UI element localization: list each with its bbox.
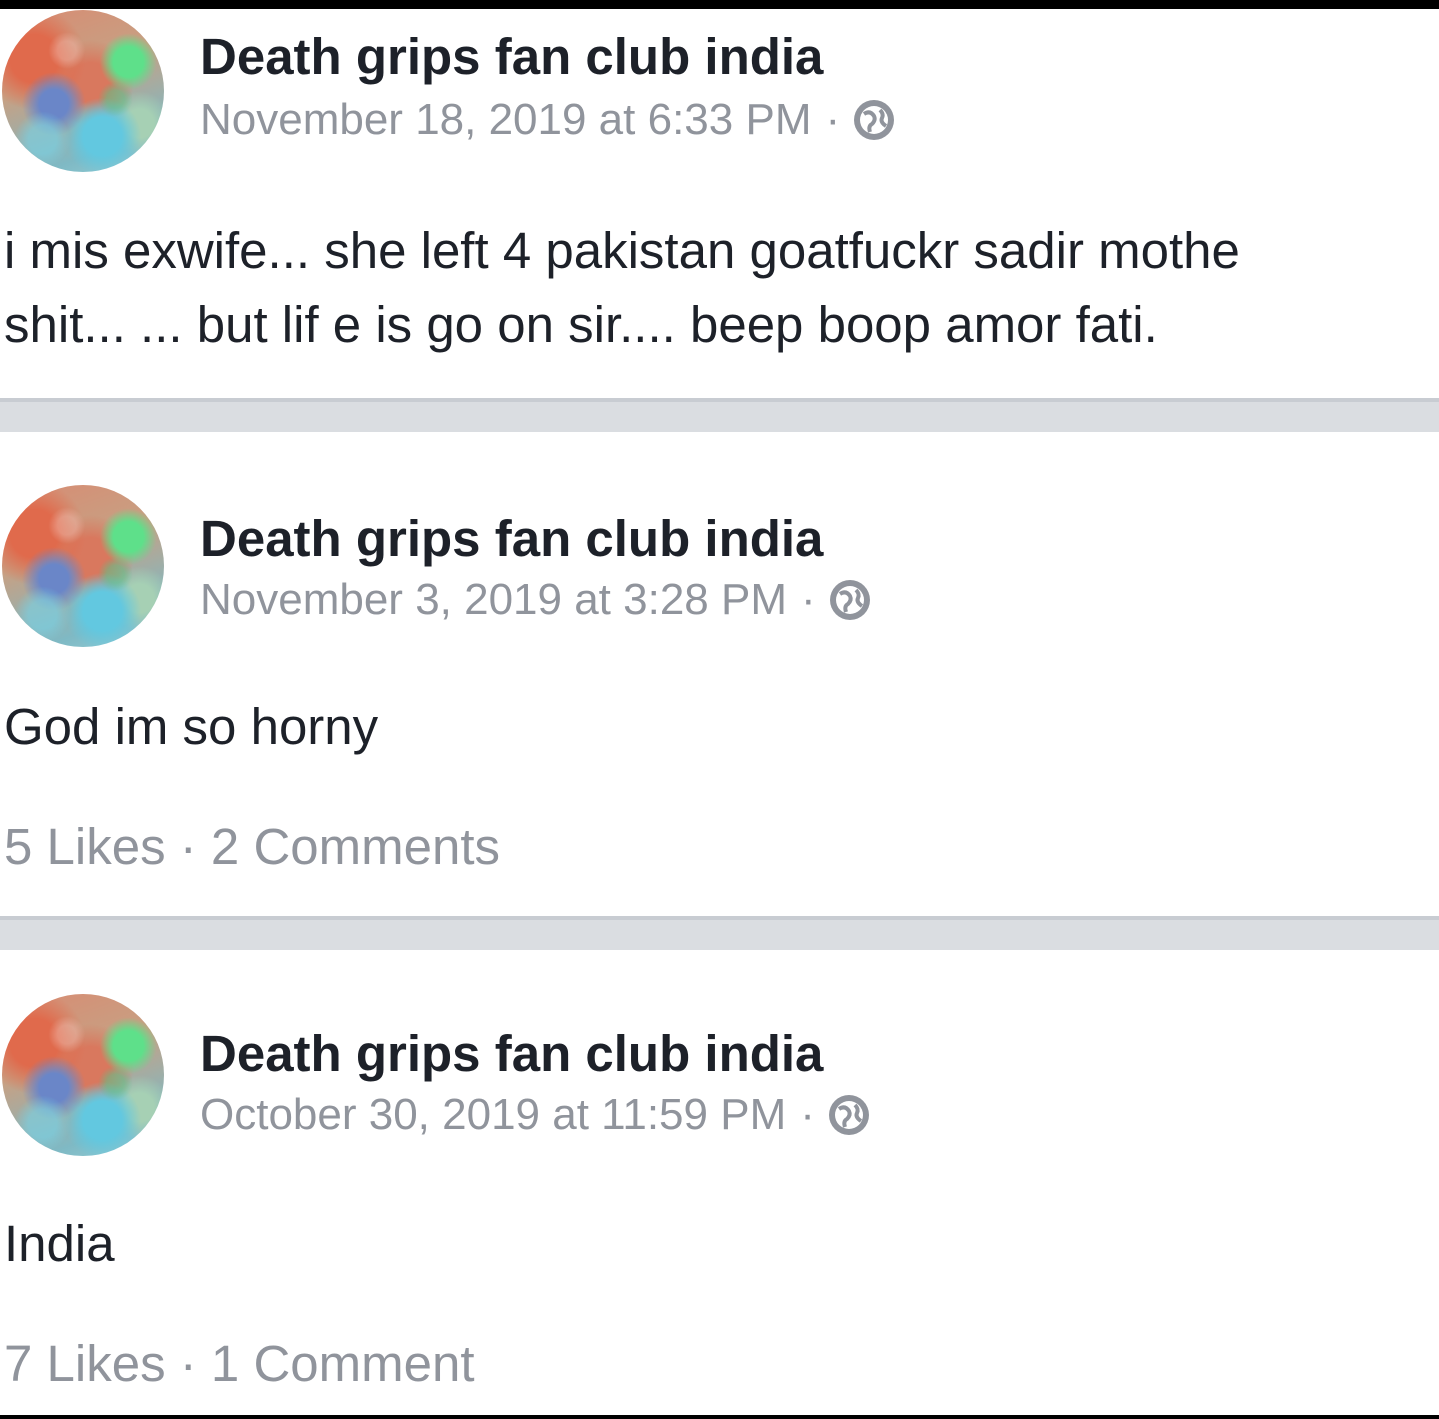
reaction-stats[interactable]: 7 Likes · 1 Comment <box>4 1334 475 1393</box>
globe-icon[interactable] <box>828 1095 869 1135</box>
globe-icon[interactable] <box>854 100 895 140</box>
feed: Death grips fan club india November 18, … <box>0 9 1439 1415</box>
globe-icon[interactable] <box>829 580 870 620</box>
avatar[interactable] <box>2 485 164 647</box>
timestamp[interactable]: November 18, 2019 at 6:33 PM <box>200 95 811 145</box>
post-text: India <box>4 1215 115 1272</box>
author-name[interactable]: Death grips fan club india <box>200 27 823 86</box>
separator: · <box>801 575 816 624</box>
post-meta: October 30, 2019 at 11:59 PM · <box>200 1090 869 1140</box>
avatar[interactable] <box>2 10 164 172</box>
timestamp[interactable]: November 3, 2019 at 3:28 PM <box>200 575 787 625</box>
timestamp[interactable]: October 30, 2019 at 11:59 PM <box>200 1090 786 1140</box>
author-name[interactable]: Death grips fan club india <box>200 1024 823 1083</box>
post-text: God im so horny <box>4 698 379 755</box>
separator: · <box>800 1090 815 1139</box>
reaction-stats[interactable]: 5 Likes · 2 Comments <box>4 817 500 876</box>
avatar[interactable] <box>2 994 164 1156</box>
post-divider <box>0 916 1439 950</box>
author-name[interactable]: Death grips fan club india <box>200 509 823 568</box>
separator: · <box>825 95 841 144</box>
post-meta: November 18, 2019 at 6:33 PM · <box>200 95 895 145</box>
post-meta: November 3, 2019 at 3:28 PM · <box>200 575 870 625</box>
post-text-line: i mis exwife... she left 4 pakistan goat… <box>4 222 1240 279</box>
post-text-line: shit... ... but lif e is go on sir.... b… <box>4 296 1158 353</box>
post-divider <box>0 398 1439 432</box>
